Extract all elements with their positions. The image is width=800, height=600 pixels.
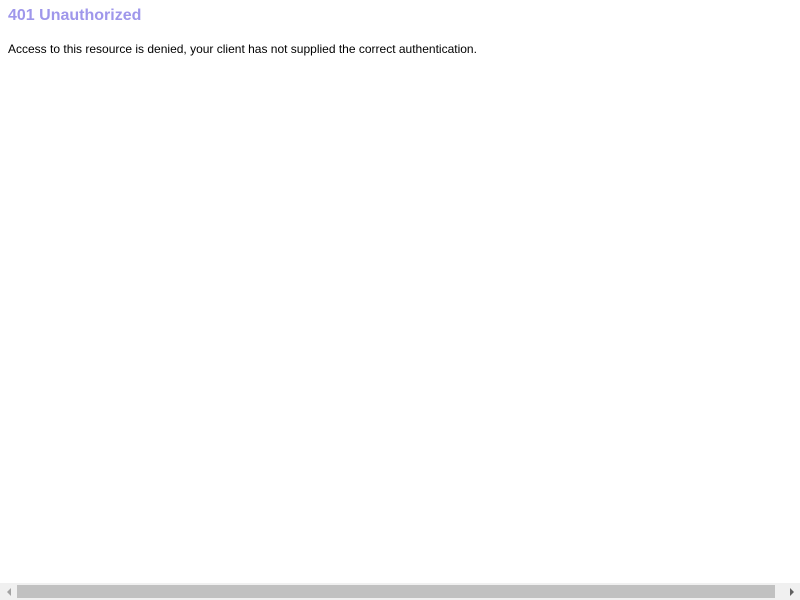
scroll-right-icon [789, 587, 794, 596]
error-message: Access to this resource is denied, your … [8, 42, 477, 56]
scroll-right-button[interactable] [783, 583, 800, 600]
scroll-left-icon [6, 587, 11, 596]
scrollbar-thumb[interactable] [17, 585, 775, 598]
error-content: 401 Unauthorized Access to this resource… [8, 6, 792, 57]
horizontal-scrollbar[interactable] [0, 583, 800, 600]
scroll-left-button[interactable] [0, 583, 17, 600]
error-page: 401 Unauthorized Access to this resource… [0, 0, 800, 600]
page-title: 401 Unauthorized [8, 7, 142, 24]
